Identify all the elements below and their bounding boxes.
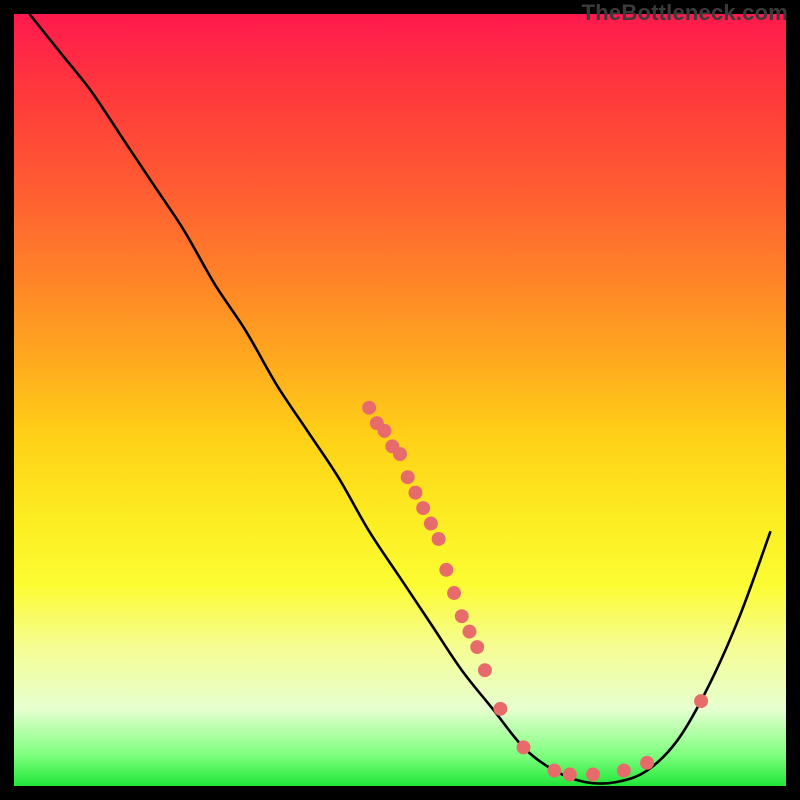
curve-marker xyxy=(362,401,376,415)
curve-marker xyxy=(470,640,484,654)
curve-marker xyxy=(447,586,461,600)
curve-marker xyxy=(617,764,631,778)
curve-marker xyxy=(694,694,708,708)
curve-marker xyxy=(432,532,446,546)
curve-marker xyxy=(455,609,469,623)
curve-marker xyxy=(547,764,561,778)
chart-svg xyxy=(14,14,786,786)
plot-area xyxy=(12,12,788,788)
curve-path xyxy=(29,14,770,784)
curve-marker xyxy=(378,424,392,438)
curve-marker xyxy=(478,663,492,677)
curve-marker xyxy=(586,767,600,781)
curve-marker xyxy=(439,563,453,577)
curve-marker xyxy=(640,756,654,770)
curve-marker xyxy=(416,501,430,515)
curve-marker xyxy=(408,486,422,500)
curve-marker xyxy=(517,740,531,754)
watermark-label: TheBottleneck.com xyxy=(582,0,788,26)
curve-markers xyxy=(362,401,708,782)
curve-marker xyxy=(393,447,407,461)
curve-marker xyxy=(401,470,415,484)
curve-marker xyxy=(463,625,477,639)
chart-container: TheBottleneck.com xyxy=(0,0,800,800)
curve-marker xyxy=(424,517,438,531)
curve-marker xyxy=(493,702,507,716)
curve-marker xyxy=(563,767,577,781)
